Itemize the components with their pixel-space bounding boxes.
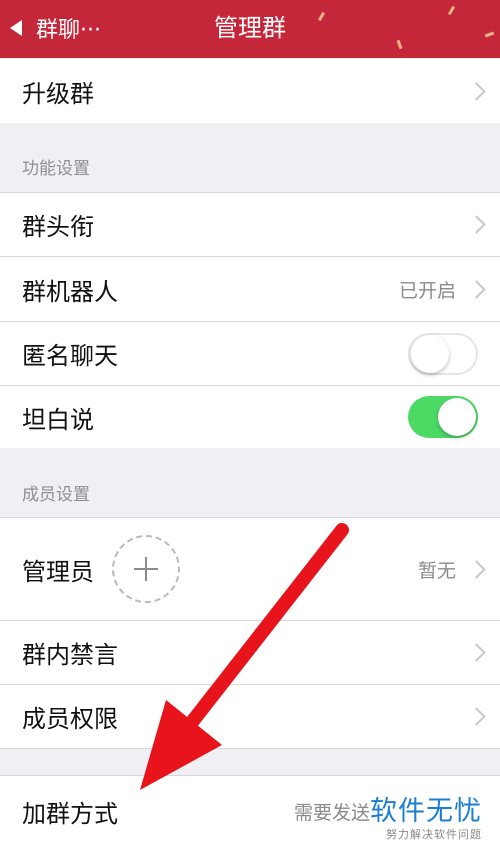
watermark-slogan: 努力解决软件问题 (386, 828, 482, 841)
annotation-arrow-head (140, 700, 222, 790)
annotation-arrow-shaft (185, 523, 349, 729)
watermark-logo: 软件无忧 努力解决软件问题 (370, 789, 482, 842)
annotation-arrow (140, 523, 349, 790)
watermark-brand: 软件无忧 (370, 796, 482, 827)
